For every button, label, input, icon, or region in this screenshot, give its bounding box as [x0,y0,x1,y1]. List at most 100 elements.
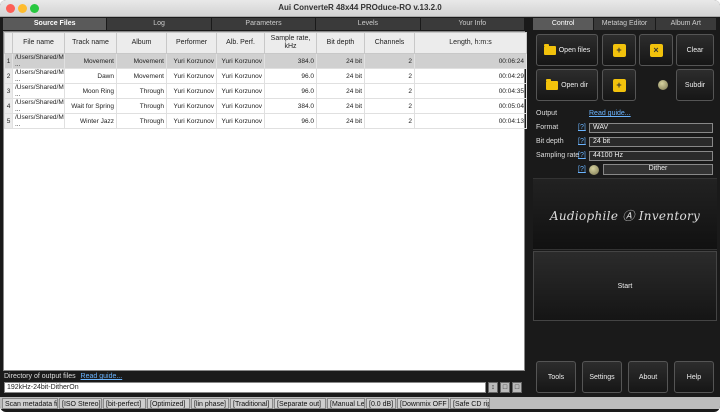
output-label: Output [536,110,558,117]
status-safe-cd-rip[interactable]: [Safe CD rip [450,398,490,409]
tab-levels[interactable]: Levels [316,18,421,30]
status-gain[interactable]: [0.0 dB] [366,398,396,409]
remove-files-button[interactable]: × [639,34,673,66]
cell-performer: Yuri Korzunov [166,83,217,99]
status-traditional[interactable]: [Traditional] [230,398,273,409]
left-tab-bar: Source Files Log Parameters Levels Your … [3,18,526,30]
bit-depth-help-link[interactable]: [?] [578,138,586,145]
cell-album-performer: Yuri Korzunov [216,53,265,69]
format-help-link[interactable]: [?] [578,124,586,131]
status-lin-phase[interactable]: [lin phase] [191,398,229,409]
about-button[interactable]: About [628,361,668,393]
plus-icon: + [612,43,626,57]
cell-length: 00:06:24 [414,53,527,69]
column-header-length[interactable]: Length, h:m:s [414,32,527,54]
output-dir-open-icon[interactable]: □ [512,382,522,393]
table-row[interactable]: 2 /Users/Shared/Music/Yuri ... Dawn Move… [4,68,527,84]
column-header-bit-depth[interactable]: Bit depth [316,32,365,54]
status-downmix[interactable]: [Downmix OFF [397,398,449,409]
source-files-table: File name Track name Album Performer Alb… [3,31,527,371]
tab-your-info[interactable]: Your Info [420,18,526,30]
dither-toggle[interactable] [588,164,600,176]
row-number: 1 [4,53,13,69]
output-guide-link[interactable]: Read guide... [589,110,631,117]
table-row[interactable]: 1 /Users/Shared/Music/Yuri ... Movement … [4,53,527,69]
cell-length: 00:04:29 [414,68,527,84]
app-window: Aui ConverteR 48x44 PROduce-RO v.13.2.0 … [0,0,720,412]
cell-album: Movement [116,68,167,84]
cell-file-name: /Users/Shared/Music/Yuri ... [12,98,65,114]
cell-bit-depth: 24 bit [316,98,365,114]
column-header-file-name[interactable]: File name [12,32,65,54]
toggle-knob-icon [658,80,668,90]
sampling-rate-help-link[interactable]: [?] [578,152,586,159]
output-dir-browse-icon[interactable]: □ [500,382,510,393]
output-dir-guide-link[interactable]: Read guide... [81,373,123,380]
subdir-toggle[interactable] [655,78,671,92]
cell-channels: 2 [364,53,415,69]
column-header-channels[interactable]: Channels [364,32,415,54]
dither-help-link[interactable]: [?] [578,166,586,173]
sampling-rate-select[interactable]: 44100 Hz [589,151,713,161]
tab-album-art[interactable]: Album Art [655,18,717,30]
output-dir-label-text: Directory of output files [4,373,76,380]
tab-log[interactable]: Log [107,18,212,30]
tab-control[interactable]: Control [533,18,595,30]
settings-button[interactable]: Settings [582,361,622,393]
column-header-album-performer[interactable]: Alb. Perf. [216,32,265,54]
column-header-rownum [4,32,13,54]
status-iso-stereo[interactable]: [ISO Stereo] [59,398,102,409]
column-header-performer[interactable]: Performer [166,32,217,54]
output-dir-label: Directory of output files Read guide... [4,373,122,380]
folder-icon [543,43,556,55]
status-bit-perfect[interactable]: [bit-perfect] [103,398,146,409]
table-row[interactable]: 5 /Users/Shared/Music/Yuri ... Winter Ja… [4,113,527,129]
tab-source-files[interactable]: Source Files [3,18,108,30]
status-separate-out[interactable]: [Separate out] [274,398,326,409]
subdir-button[interactable]: Subdir [676,69,714,101]
status-scan-metadata[interactable]: Scan metadata fi [2,398,58,409]
remove-icon: × [649,43,663,57]
tab-metatag-editor[interactable]: Metatag Editor [594,18,656,30]
cell-album-performer: Yuri Korzunov [216,83,265,99]
add-dir-button[interactable]: + [602,69,636,101]
bit-depth-select[interactable]: 24 bit [589,137,713,147]
add-files-button[interactable]: + [602,34,636,66]
status-manual-level[interactable]: [Manual Le [327,398,365,409]
cell-album: Movement [116,53,167,69]
cell-album-performer: Yuri Korzunov [216,98,265,114]
table-header-row: File name Track name Album Performer Alb… [4,32,527,54]
cell-sample-rate: 96.0 [264,113,317,129]
brand-logo: Audiophile Ⓐ Inventory [549,209,701,223]
open-dir-button[interactable]: Open dir [536,69,598,101]
format-select[interactable]: WAV [589,123,713,133]
column-header-album[interactable]: Album [116,32,167,54]
toggle-knob-icon [589,165,599,175]
output-dir-stepper-icon[interactable]: ↕ [488,382,498,393]
cell-track-name: Moon Ring [64,83,117,99]
cell-file-name: /Users/Shared/Music/Yuri ... [12,113,65,129]
cell-length: 00:04:13 [414,113,527,129]
folder-icon [546,78,559,90]
column-header-track-name[interactable]: Track name [64,32,117,54]
clear-button[interactable]: Clear [676,34,714,66]
row-number: 4 [4,98,13,114]
start-button[interactable]: Start [533,251,717,321]
format-label: Format [536,124,559,131]
column-header-sample-rate[interactable]: Sample rate, kHz [264,32,317,54]
tab-parameters[interactable]: Parameters [211,18,317,30]
table-row[interactable]: 4 /Users/Shared/Music/Yuri ... Wait for … [4,98,527,114]
window-title: Aui ConverteR 48x44 PROduce-RO v.13.2.0 [278,3,442,12]
bit-depth-label: Bit depth [536,138,564,145]
open-dir-label: Open dir [561,81,588,89]
cell-file-name: /Users/Shared/Music/Yuri ... [12,83,65,99]
output-dir-input[interactable]: 192kHz-24bit-DitherOn [4,382,486,393]
open-files-button[interactable]: Open files [536,34,598,66]
row-number: 2 [4,68,13,84]
status-optimized[interactable]: [Optimized] [147,398,190,409]
dither-button[interactable]: Dither [603,164,713,175]
add-folder-icon: + [612,78,626,92]
table-row[interactable]: 3 /Users/Shared/Music/Yuri ... Moon Ring… [4,83,527,99]
tools-button[interactable]: Tools [536,361,576,393]
help-button[interactable]: Help [674,361,714,393]
